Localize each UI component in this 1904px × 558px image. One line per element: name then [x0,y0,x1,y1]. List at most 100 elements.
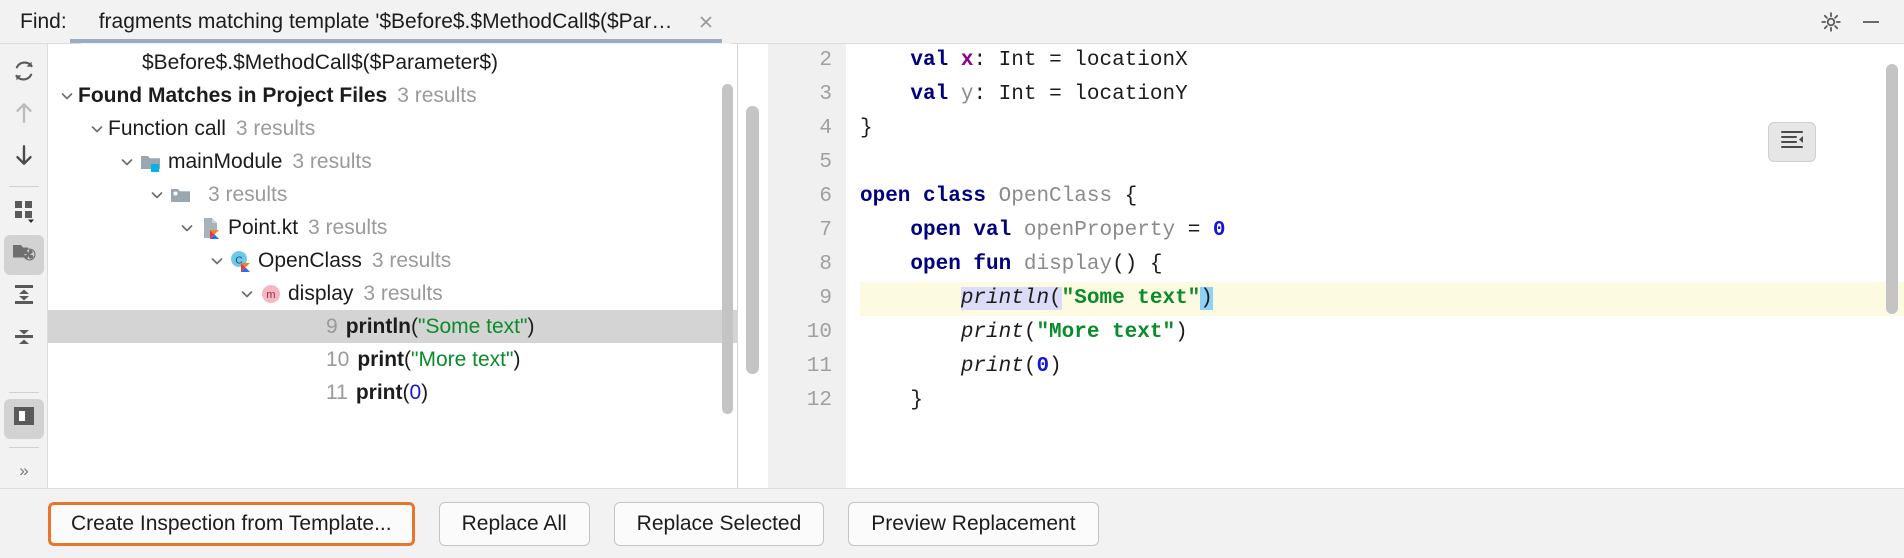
number-literal: 0 [1212,219,1226,242]
identifier: OpenClass [998,185,1113,208]
tree-row-template[interactable]: $Before$.$MethodCall$($Parameter$) [48,46,737,79]
code-text: = [1175,219,1213,242]
editor-line-numbers: 2 3 4 5 6 7 8 9 10 11 12 [768,44,846,488]
match-paren-close: ) [527,314,535,338]
tab-active-underline [70,39,722,43]
tree-row-found-matches[interactable]: Found Matches in Project Files 3 results [48,79,737,112]
replace-selected-button[interactable]: Replace Selected [613,501,825,546]
arrow-down-icon [11,142,37,174]
tree-label: Point.kt [228,215,299,239]
preview-editor-pane: 2 3 4 5 6 7 8 9 10 11 12 val x: Int = lo… [738,44,1904,488]
match-string-literal: "More text" [411,347,514,371]
group-by-button[interactable] [4,193,44,233]
match-string-literal: "Some text" [418,314,528,338]
match-line-number: 11 [326,380,348,404]
toolbar-overflow-button[interactable]: » [4,454,44,488]
toolbar-separator-overflow [8,447,39,448]
string-literal: "More text" [1036,321,1176,344]
match-paren-open: ( [411,314,419,338]
gear-icon[interactable] [1816,7,1846,37]
identifier: y [960,83,974,106]
collapse-all-button[interactable] [4,319,44,359]
code-line-10: print("More text") [860,316,1904,350]
tree-row-match-10[interactable]: 10 print("More text") [48,343,737,376]
toolbar-separator-bottom [8,392,39,393]
line-number: 12 [806,389,832,412]
string-literal: "Some text" [1061,287,1201,310]
kotlin-file-icon [198,216,224,240]
identifier: display [1023,253,1113,276]
kotlin-class-icon: C [228,249,254,273]
filter-results-button[interactable] [3,235,44,275]
line-number: 11 [806,355,832,378]
chevron-down-icon[interactable] [146,187,168,203]
tree-row-open-class[interactable]: C OpenClass 3 results [48,244,737,277]
tree-label: Function call [108,116,226,140]
code-text: } [910,389,924,412]
match-snippet: print(0) [356,381,428,405]
identifier: x [960,49,974,72]
result-count: 3 results [397,83,477,107]
paren-close: ) [1049,355,1062,378]
code-value: locationY [1074,83,1188,106]
fold-lines-button[interactable] [1768,122,1816,162]
tree-row-point-kt[interactable]: Point.kt 3 results [48,211,737,244]
chevron-down-icon[interactable] [236,286,258,302]
tree-row-function-call[interactable]: Function call 3 results [48,112,737,145]
collapse-all-icon [10,322,38,356]
expand-all-icon [10,280,38,314]
match-call-name: println [345,314,412,338]
line-number: 9 [819,287,832,310]
match-call-name: print [357,347,405,371]
keyword: val [910,49,949,72]
match-number-literal: 0 [409,380,422,404]
line-number: 2 [819,49,832,72]
code-line-9: println("Some text") [860,282,1904,316]
code-text: { [1124,185,1138,208]
rerun-search-button[interactable] [4,54,44,94]
results-scrollbar[interactable] [722,84,733,414]
tab-title: fragments matching template '$Before$.$M… [98,9,679,33]
main-body: » $Before$.$MethodCall$($Parameter$) Fou… [0,44,1904,488]
code-line-7: open val openProperty = 0 [860,214,1904,248]
minimize-icon[interactable] [1856,7,1886,37]
svg-text:m: m [266,289,275,301]
toolbar-separator [8,186,39,187]
chevron-down-icon[interactable] [176,220,198,236]
chevron-down-icon[interactable] [116,154,138,170]
line-number: 3 [819,83,832,106]
replace-all-button[interactable]: Replace All [438,501,590,546]
chevron-down-icon[interactable] [86,121,108,137]
template-text: $Before$.$MethodCall$($Parameter$) [142,50,499,74]
editor-code-area[interactable]: val x: Int = locationX val y: Int = loca… [846,44,1904,488]
code-line-12: } [860,384,1904,418]
chevron-down-icon[interactable] [56,88,78,104]
previous-occurrence-button[interactable] [4,96,44,136]
preview-replacement-button[interactable]: Preview Replacement [848,501,1099,546]
create-inspection-button[interactable]: Create Inspection from Template... [48,501,415,546]
tree-row-match-9[interactable]: 9 println("Some text") [48,310,737,343]
paren-close: ) [1175,321,1188,344]
match-snippet: print("More text") [357,348,520,372]
title-bar: Find: fragments matching template '$Befo… [0,0,1904,44]
chevron-down-icon[interactable] [206,253,228,269]
tree-row-source-root[interactable]: 3 results [48,178,737,211]
editor-scrollbar-right[interactable] [1886,64,1898,314]
close-icon[interactable] [695,11,717,33]
source-root-folder-icon [168,183,194,207]
match-paren-close: ) [513,347,521,371]
call-name: print [960,355,1024,378]
tree-row-display-method[interactable]: m display 3 results [48,277,737,310]
tree-row-match-11[interactable]: 11 print(0) [48,376,737,409]
toggle-preview-button[interactable] [3,399,44,439]
result-count: 3 results [363,281,443,305]
results-toolbar: » [0,44,48,488]
code-text: () { [1112,253,1163,276]
next-occurrence-button[interactable] [4,138,44,178]
editor-scrollbar-left[interactable] [746,106,759,374]
expand-all-button[interactable] [4,277,44,317]
search-result-tab[interactable]: fragments matching template '$Before$.$M… [80,0,731,44]
tree-row-main-module[interactable]: mainModule 3 results [48,145,737,178]
match-paren-open: ( [404,347,412,371]
